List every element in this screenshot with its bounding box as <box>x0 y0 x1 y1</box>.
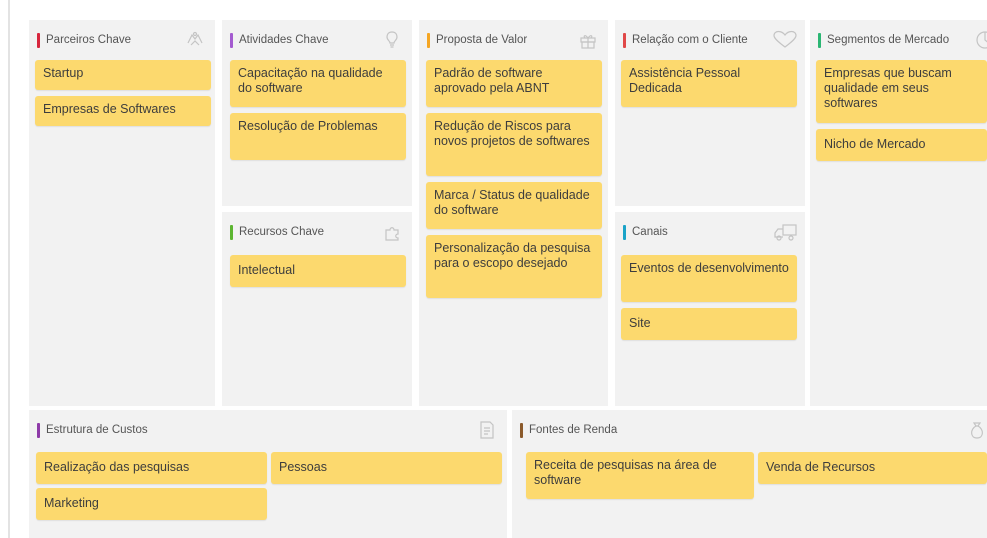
sticky-note[interactable]: Marca / Status de qualidade do software <box>426 182 602 229</box>
gift-icon <box>578 30 598 50</box>
sticky-note[interactable]: Venda de Recursos <box>758 452 987 484</box>
section-relacao-com-o-cliente: Relação com o Cliente Assistência Pessoa… <box>615 20 805 206</box>
money-bag-icon <box>967 420 987 440</box>
section-title: Proposta de Valor <box>436 34 528 46</box>
section-recursos-chave: Recursos Chave Intelectual <box>222 212 412 406</box>
sticky-note[interactable]: Eventos de desenvolvimento <box>621 255 797 302</box>
section-parceiros-chave: Parceiros Chave Startup Empresas de Soft… <box>29 20 215 406</box>
sticky-note[interactable]: Padrão de software aprovado pela ABNT <box>426 60 602 107</box>
truck-icon <box>773 222 799 242</box>
sticky-note[interactable]: Empresas de Softwares <box>35 96 211 126</box>
accent-bar <box>230 224 233 240</box>
section-title: Parceiros Chave <box>46 34 132 46</box>
sticky-note[interactable]: Assistência Pessoal Dedicada <box>621 60 797 107</box>
section-title: Estrutura de Custos <box>46 424 148 436</box>
section-header: Segmentos de Mercado <box>810 20 987 60</box>
sticky-note[interactable]: Personalização da pesquisa para o escopo… <box>426 235 602 298</box>
sticky-note[interactable]: Redução de Riscos para novos projetos de… <box>426 113 602 176</box>
sticky-note[interactable]: Receita de pesquisas na área de software <box>526 452 754 499</box>
accent-bar <box>37 422 40 438</box>
sticky-note[interactable]: Capacitação na qualidade do software <box>230 60 406 107</box>
section-header: Recursos Chave <box>222 212 412 252</box>
sticky-note[interactable]: Realização das pesquisas <box>36 452 267 484</box>
section-proposta-de-valor: Proposta de Valor Padrão de software apr… <box>419 20 608 406</box>
section-title: Canais <box>632 226 668 238</box>
section-header: Fontes de Renda <box>512 410 987 450</box>
heart-icon <box>771 30 799 50</box>
sticky-note[interactable]: Pessoas <box>271 452 502 484</box>
section-title: Fontes de Renda <box>529 424 618 436</box>
sticky-note[interactable]: Marketing <box>36 488 267 520</box>
canvas-left-border <box>8 0 10 538</box>
section-header: Proposta de Valor <box>419 20 608 60</box>
accent-bar <box>230 32 233 48</box>
accent-bar <box>623 32 626 48</box>
section-estrutura-de-custos: Estrutura de Custos Realização das pesqu… <box>29 410 507 538</box>
sticky-note[interactable]: Site <box>621 308 797 340</box>
section-title: Segmentos de Mercado <box>827 34 950 46</box>
section-title: Relação com o Cliente <box>632 34 748 46</box>
pie-chart-icon <box>975 30 987 50</box>
sticky-note[interactable]: Startup <box>35 60 211 90</box>
sticky-note[interactable]: Nicho de Mercado <box>816 129 987 161</box>
accent-bar <box>427 32 430 48</box>
section-header: Canais <box>615 212 805 252</box>
document-icon <box>477 420 497 440</box>
section-header: Estrutura de Custos <box>29 410 507 450</box>
section-header: Relação com o Cliente <box>615 20 805 60</box>
sticky-note[interactable]: Intelectual <box>230 255 406 287</box>
accent-bar <box>818 32 821 48</box>
section-canais: Canais Eventos de desenvolvimento Site <box>615 212 805 406</box>
handshake-icon <box>185 30 205 50</box>
section-segmentos-de-mercado: Segmentos de Mercado Empresas que buscam… <box>810 20 987 406</box>
sticky-note[interactable]: Empresas que buscam qualidade em seus so… <box>816 60 987 123</box>
sticky-note[interactable]: Resolução de Problemas <box>230 113 406 160</box>
section-fontes-de-renda: Fontes de Renda Receita de pesquisas na … <box>512 410 987 538</box>
section-header: Parceiros Chave <box>29 20 215 60</box>
puzzle-icon <box>382 222 402 242</box>
accent-bar <box>520 422 523 438</box>
lightbulb-icon <box>382 30 402 50</box>
section-title: Atividades Chave <box>239 34 329 46</box>
section-title: Recursos Chave <box>239 226 325 238</box>
section-atividades-chave: Atividades Chave Capacitação na qualidad… <box>222 20 412 206</box>
accent-bar <box>37 32 40 48</box>
accent-bar <box>623 224 626 240</box>
section-header: Atividades Chave <box>222 20 412 60</box>
